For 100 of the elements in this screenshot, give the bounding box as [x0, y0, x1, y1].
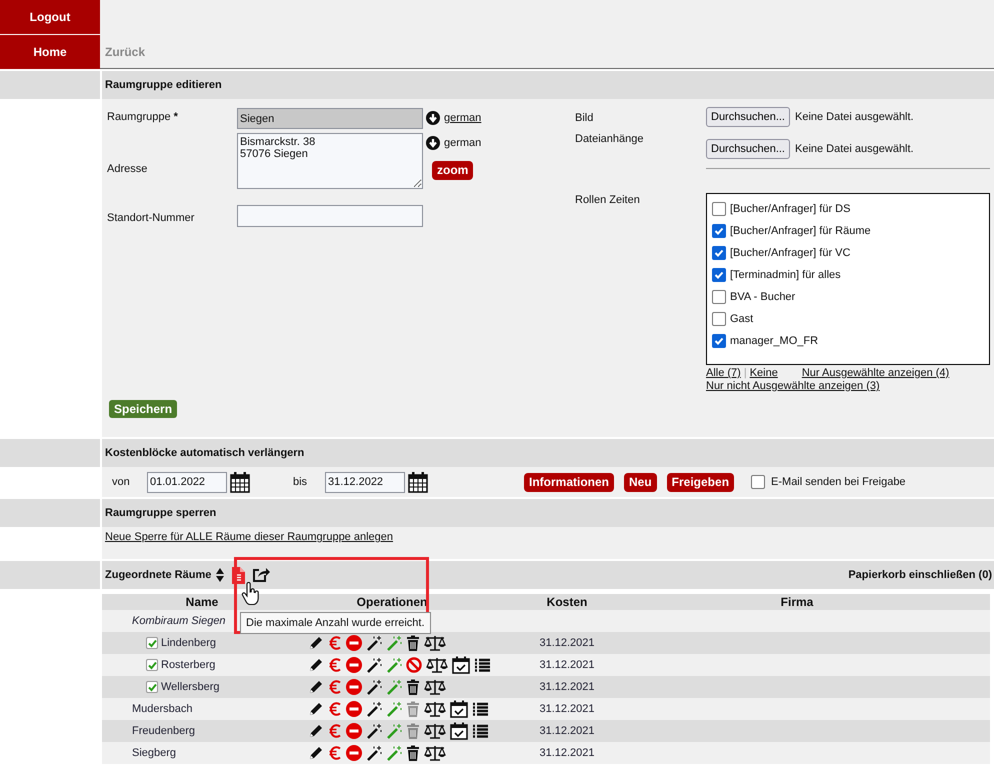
- checkbox[interactable]: [751, 475, 766, 489]
- trash-icon[interactable]: [406, 745, 420, 761]
- field-label: bis: [293, 476, 308, 488]
- all-link[interactable]: Alle (7): [706, 367, 741, 379]
- role-label: [Bucher/Anfrager] für VC: [730, 247, 850, 259]
- balance-scale-icon[interactable]: [424, 723, 446, 739]
- magic-wand-icon[interactable]: [366, 679, 382, 695]
- list-icon[interactable]: [472, 701, 488, 717]
- checkbox[interactable]: [146, 637, 158, 649]
- selected-filter-link[interactable]: Nur Ausgewählte anzeigen (4): [802, 367, 950, 379]
- field-label: Adresse: [107, 163, 148, 175]
- text-field[interactable]: Siegen: [237, 108, 423, 129]
- browse-button[interactable]: Durchsuchen...: [706, 107, 790, 127]
- trash-icon[interactable]: [406, 679, 420, 695]
- no-entry-icon[interactable]: [346, 745, 362, 761]
- action-button[interactable]: Informationen: [524, 472, 614, 492]
- no-entry-icon[interactable]: [346, 679, 362, 695]
- euro-icon[interactable]: [328, 723, 342, 739]
- pencil-icon[interactable]: [308, 745, 324, 761]
- pencil-icon[interactable]: [308, 635, 324, 651]
- no-entry-icon[interactable]: [346, 723, 362, 739]
- sort-icon[interactable]: [215, 567, 226, 583]
- down-arrow-icon: [426, 111, 440, 125]
- magic-wand-icon[interactable]: [366, 723, 382, 739]
- column-header: Operationen: [302, 594, 482, 610]
- balance-scale-icon[interactable]: [424, 635, 446, 651]
- checkbox[interactable]: [146, 659, 158, 671]
- group-name: Kombiraum Siegen: [132, 615, 226, 627]
- share-icon[interactable]: [253, 567, 270, 583]
- field-label: Dateianhänge: [575, 132, 645, 145]
- save-button[interactable]: Speichern: [109, 400, 178, 418]
- balance-scale-icon[interactable]: [424, 701, 446, 717]
- list-icon[interactable]: [472, 723, 488, 739]
- balance-scale-icon[interactable]: [424, 679, 446, 695]
- logout-button[interactable]: Logout: [0, 0, 100, 35]
- field-label: Bild: [575, 111, 594, 126]
- list-icon[interactable]: [474, 657, 490, 673]
- unselected-filter-link[interactable]: Nur nicht Ausgewählte anzeigen (3): [706, 380, 880, 392]
- language-link[interactable]: german: [444, 112, 482, 124]
- hand-cursor-icon: [241, 582, 259, 606]
- pencil-icon[interactable]: [308, 723, 324, 739]
- separator: |: [744, 367, 747, 379]
- calendar-icon[interactable]: [230, 471, 250, 493]
- field-label: Rollen Zeiten: [575, 194, 641, 208]
- no-entry-icon[interactable]: [346, 701, 362, 717]
- checkbox[interactable]: [712, 268, 726, 282]
- magic-wand-icon[interactable]: [366, 701, 382, 717]
- calendar-check-icon[interactable]: [450, 700, 468, 718]
- trash-icon[interactable]: [406, 635, 420, 651]
- magic-wand-icon[interactable]: [366, 635, 382, 651]
- balance-scale-icon[interactable]: [426, 657, 448, 673]
- action-button[interactable]: Freigeben: [666, 472, 734, 492]
- section-title: Zugeordnete Räume: [105, 569, 212, 581]
- home-button[interactable]: Home: [0, 35, 100, 69]
- zoom-button[interactable]: zoom: [432, 161, 474, 180]
- room-name: Siegberg: [132, 747, 176, 759]
- address-field[interactable]: Bismarckstr. 38 57076 Siegen: [237, 133, 423, 189]
- checkbox[interactable]: [712, 312, 726, 326]
- cost-date: 31.12.2021: [539, 747, 595, 759]
- date-field[interactable]: 01.01.2022: [147, 472, 227, 492]
- euro-icon[interactable]: [328, 745, 342, 761]
- checkbox[interactable]: [146, 681, 158, 693]
- action-button[interactable]: Neu: [624, 472, 657, 492]
- magic-wand-icon[interactable]: [366, 745, 382, 761]
- text-field[interactable]: [237, 205, 423, 227]
- euro-icon[interactable]: [328, 679, 342, 695]
- section-title: Raumgruppe sperren: [105, 507, 216, 519]
- no-entry-icon[interactable]: [346, 657, 362, 673]
- trash-toggle[interactable]: Papierkorb einschließen (0): [848, 569, 992, 581]
- pencil-icon[interactable]: [308, 657, 324, 673]
- room-name: Freudenberg: [132, 725, 195, 737]
- new-lock-link[interactable]: Neue Sperre für ALLE Räume dieser Raumgruppe anlegen: [105, 531, 394, 543]
- checkbox[interactable]: [712, 334, 726, 348]
- check-icon: [148, 660, 156, 670]
- euro-icon[interactable]: [328, 635, 342, 651]
- date-field[interactable]: 31.12.2022: [325, 472, 405, 492]
- prohibition-icon[interactable]: [406, 657, 422, 673]
- checkbox[interactable]: [712, 202, 726, 216]
- calendar-check-icon[interactable]: [452, 656, 470, 674]
- calendar-check-icon[interactable]: [450, 722, 468, 740]
- calendar-icon[interactable]: [408, 471, 428, 493]
- room-name: Mudersbach: [132, 703, 193, 715]
- checkbox[interactable]: [712, 246, 726, 260]
- browse-button[interactable]: Durchsuchen...: [706, 139, 790, 159]
- check-icon: [713, 225, 725, 237]
- down-arrow-icon: [426, 136, 440, 150]
- checkbox[interactable]: [712, 224, 726, 238]
- no-entry-icon[interactable]: [346, 635, 362, 651]
- tooltip: Die maximale Anzahl wurde erreicht.: [240, 612, 431, 634]
- euro-icon[interactable]: [328, 701, 342, 717]
- checkbox[interactable]: [712, 290, 726, 304]
- none-link[interactable]: Keine: [750, 367, 778, 379]
- balance-scale-icon[interactable]: [424, 745, 446, 761]
- magic-wand-icon[interactable]: [366, 657, 382, 673]
- cost-date: 31.12.2021: [539, 659, 595, 671]
- column-header: Kosten: [482, 594, 652, 610]
- pencil-icon[interactable]: [308, 679, 324, 695]
- check-icon: [148, 682, 156, 692]
- euro-icon[interactable]: [328, 657, 342, 673]
- pencil-icon[interactable]: [308, 701, 324, 717]
